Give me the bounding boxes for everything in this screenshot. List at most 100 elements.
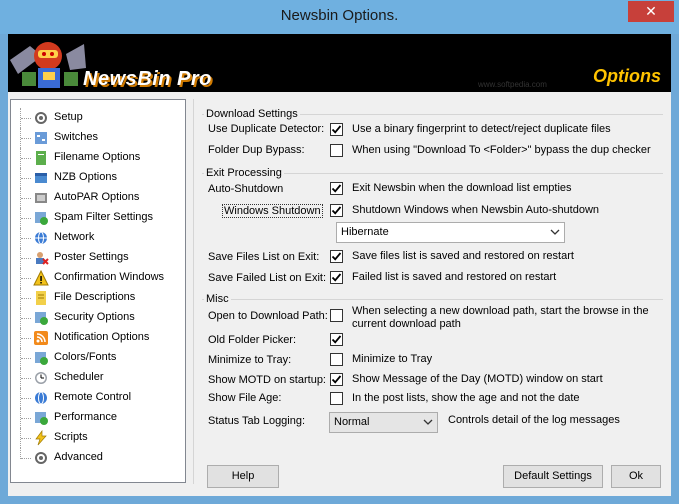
- show-motd-label: Show MOTD on startup:: [208, 374, 326, 386]
- nav-item-label: AutoPAR Options: [54, 191, 140, 203]
- tree-line: [21, 438, 31, 439]
- help-button[interactable]: Help: [207, 465, 279, 488]
- nav-item-label: Confirmation Windows: [54, 271, 165, 283]
- nav-item-label: Filename Options: [54, 151, 141, 163]
- banner: NewsBin Pro www.softpedia.com Options: [8, 34, 671, 92]
- checkmark-icon: [331, 184, 342, 193]
- status-tab-logging-select[interactable]: Normal: [329, 412, 438, 433]
- save-files-list-label: Save Files List on Exit:: [208, 251, 320, 263]
- tree-line: [21, 238, 31, 239]
- poster-icon: [36, 252, 49, 265]
- watermark: www.softpedia.com: [478, 80, 547, 89]
- options-nav-tree: Setup Switches Filename Options NZB Options…: [10, 99, 186, 483]
- dup-bypass-label: Folder Dup Bypass:: [208, 144, 305, 156]
- status-tab-logging-value: Normal: [334, 416, 370, 428]
- auto-shutdown-checkbox[interactable]: [330, 182, 343, 195]
- windows-shutdown-desc: Shutdown Windows when Newsbin Auto-shutd…: [352, 204, 600, 216]
- close-button[interactable]: ✕: [628, 1, 674, 22]
- nav-item-label: File Descriptions: [54, 291, 136, 303]
- nav-item-autopar-options[interactable]: AutoPAR Options: [11, 188, 185, 208]
- nav-item-network[interactable]: Network: [11, 228, 185, 248]
- show-motd-desc: Show Message of the Day (MOTD) window on…: [352, 373, 603, 385]
- old-folder-picker-checkbox[interactable]: [330, 333, 343, 346]
- old-folder-picker-label: Old Folder Picker:: [208, 334, 297, 346]
- ok-button[interactable]: Ok: [611, 465, 661, 488]
- nav-item-nzb-options[interactable]: NZB Options: [11, 168, 185, 188]
- nav-item-switches[interactable]: Switches: [11, 128, 185, 148]
- nav-item-filename-options[interactable]: Filename Options: [11, 148, 185, 168]
- status-tab-logging-label: Status Tab Logging:: [208, 415, 306, 427]
- nav-item-file-descriptions[interactable]: File Descriptions: [11, 288, 185, 308]
- tree-line: [21, 338, 31, 339]
- brand-logo-text: NewsBin Pro: [83, 68, 212, 90]
- panel-separator: [193, 99, 194, 484]
- nav-item-label: NZB Options: [54, 171, 117, 183]
- nav-item-label: Advanced: [54, 451, 103, 463]
- tree-line: [21, 398, 31, 399]
- remote-control-icon: [35, 391, 47, 405]
- show-file-age-label: Show File Age:: [208, 392, 282, 404]
- show-file-age-checkbox[interactable]: [330, 392, 343, 405]
- windows-shutdown-checkbox[interactable]: [330, 204, 343, 217]
- nav-item-advanced[interactable]: Advanced: [11, 448, 185, 468]
- show-file-age-desc: In the post lists, show the age and not …: [352, 392, 580, 404]
- nav-item-label: Poster Settings: [54, 251, 129, 263]
- tree-line: [21, 258, 31, 259]
- nav-item-notification-options[interactable]: Notification Options: [11, 328, 185, 348]
- nav-item-confirmation-windows[interactable]: Confirmation Windows: [11, 268, 185, 288]
- save-failed-list-checkbox[interactable]: [330, 271, 343, 284]
- show-motd-checkbox[interactable]: [330, 373, 343, 386]
- tree-line: [21, 418, 31, 419]
- minimize-to-tray-label: Minimize to Tray:: [208, 354, 292, 366]
- nav-item-label: Notification Options: [54, 331, 150, 343]
- nav-item-setup[interactable]: Setup: [11, 108, 185, 128]
- nav-item-performance[interactable]: Performance: [11, 408, 185, 428]
- spam-filter-icon: [35, 212, 48, 225]
- default-settings-button[interactable]: Default Settings: [503, 465, 603, 488]
- open-download-path-checkbox[interactable]: [330, 309, 343, 322]
- nav-item-poster-settings[interactable]: Poster Settings: [11, 248, 185, 268]
- minimize-to-tray-desc: Minimize to Tray: [352, 353, 433, 365]
- nav-item-colors-fonts[interactable]: Colors/Fonts: [11, 348, 185, 368]
- colors-icon: [35, 352, 48, 365]
- save-failed-list-desc: Failed list is saved and restored on res…: [352, 271, 557, 283]
- nav-item-label: Spam Filter Settings: [54, 211, 154, 223]
- security-icon: [35, 312, 48, 325]
- dup-detector-checkbox[interactable]: [330, 123, 343, 136]
- scheduler-icon: [35, 372, 47, 384]
- nav-item-spam-filter-settings[interactable]: Spam Filter Settings: [11, 208, 185, 228]
- nav-item-label: Remote Control: [54, 391, 132, 403]
- nav-item-scripts[interactable]: Scripts: [11, 428, 185, 448]
- checkmark-icon: [331, 273, 342, 282]
- tree-line: [21, 278, 31, 279]
- save-files-list-checkbox[interactable]: [330, 250, 343, 263]
- save-failed-list-label: Save Failed List on Exit:: [208, 272, 327, 284]
- checkmark-icon: [331, 206, 342, 215]
- options-title: Options: [593, 66, 661, 86]
- nav-item-security-options[interactable]: Security Options: [11, 308, 185, 328]
- tree-line: [21, 138, 31, 139]
- misc-title: Misc: [204, 293, 231, 305]
- rss-icon: [34, 331, 48, 345]
- switches-icon: [35, 132, 47, 144]
- nav-item-scheduler[interactable]: Scheduler: [11, 368, 185, 388]
- nav-item-remote-control[interactable]: Remote Control: [11, 388, 185, 408]
- minimize-to-tray-checkbox[interactable]: [330, 353, 343, 366]
- tree-line: [21, 358, 31, 359]
- checkmark-icon: [331, 375, 342, 384]
- nav-item-label: Scripts: [54, 431, 88, 443]
- dup-bypass-checkbox[interactable]: [330, 144, 343, 157]
- chevron-down-icon: [423, 419, 433, 425]
- open-download-path-desc: When selecting a new download path, star…: [352, 305, 649, 330]
- tree-line: [21, 318, 31, 319]
- tree-line: [21, 198, 31, 199]
- nav-item-label: Network: [54, 231, 95, 243]
- warning-icon: [33, 270, 49, 286]
- tree-line: [21, 298, 31, 299]
- shutdown-mode-select[interactable]: Hibernate: [336, 222, 565, 243]
- dup-detector-label: Use Duplicate Detector:: [208, 123, 325, 135]
- download-settings-group: Download Settings: [202, 108, 663, 164]
- download-settings-title: Download Settings: [204, 108, 300, 120]
- filename-icon: [36, 151, 46, 165]
- nzb-icon: [35, 173, 47, 183]
